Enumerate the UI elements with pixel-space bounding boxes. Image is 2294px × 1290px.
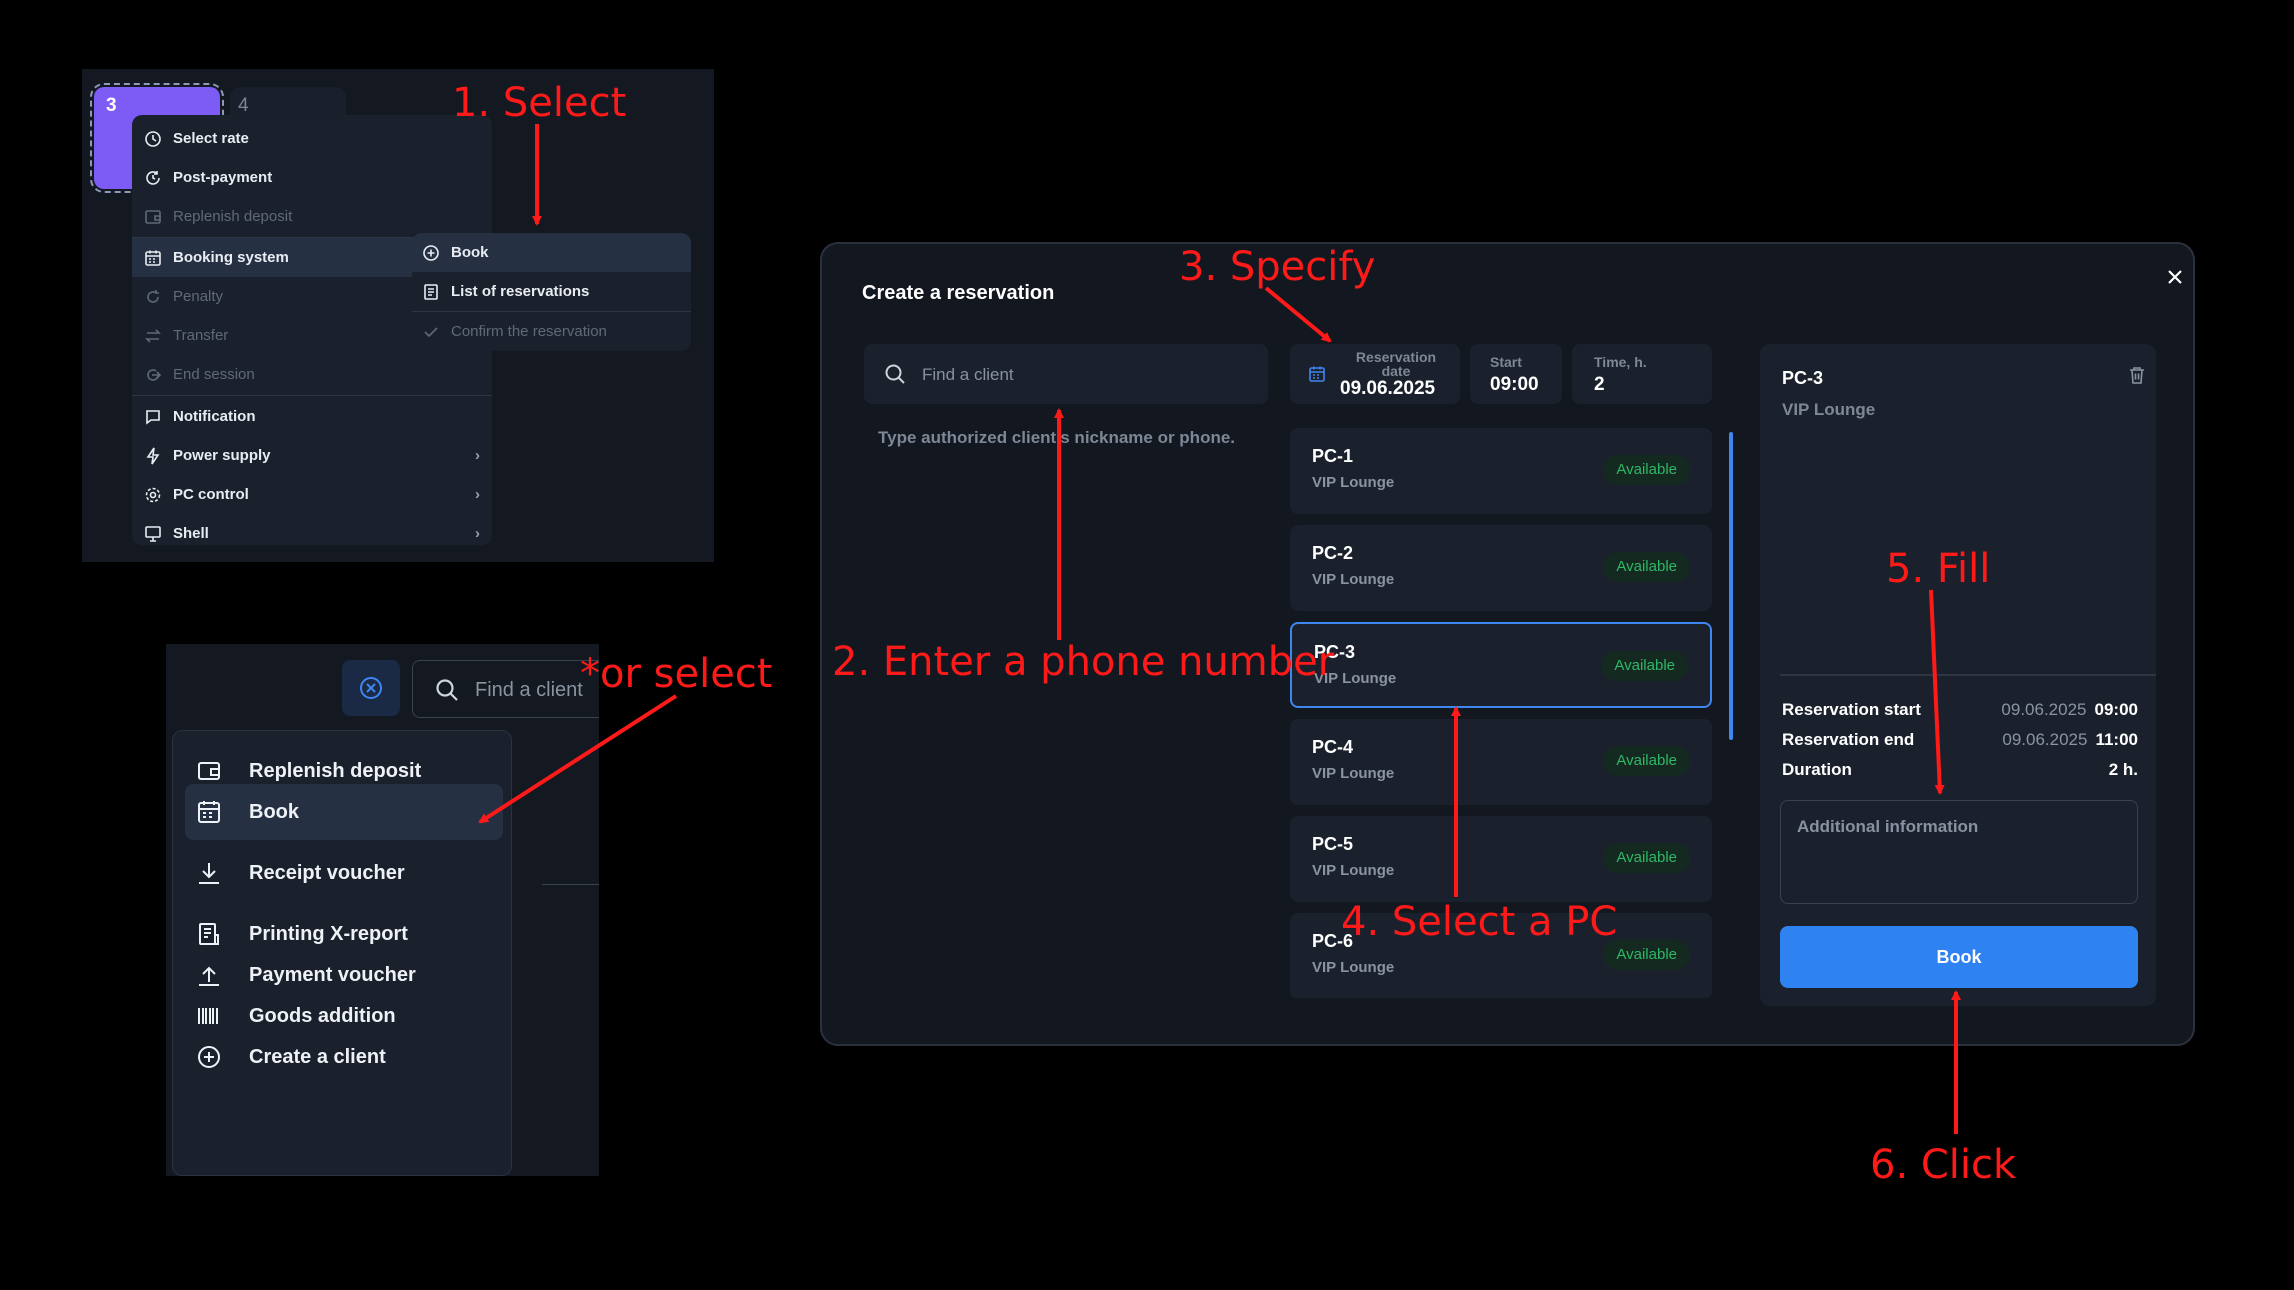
arrow-or-select [478, 694, 678, 824]
annotation-step-5: 5. Fill [1886, 546, 1991, 592]
arrow-step-3 [1264, 286, 1332, 343]
annotation-step-3: 3. Specify [1179, 244, 1376, 290]
arrow-step-5 [1929, 589, 1945, 795]
annotation-step-6: 6. Click [1870, 1142, 2017, 1188]
annotation-or-select: *or select [580, 651, 773, 697]
annotation-step-2: 2. Enter a phone number [832, 639, 1335, 685]
annotation-step-4: 4. Select a PC [1341, 899, 1618, 945]
annotation-step-1: 1. Select [452, 80, 627, 126]
